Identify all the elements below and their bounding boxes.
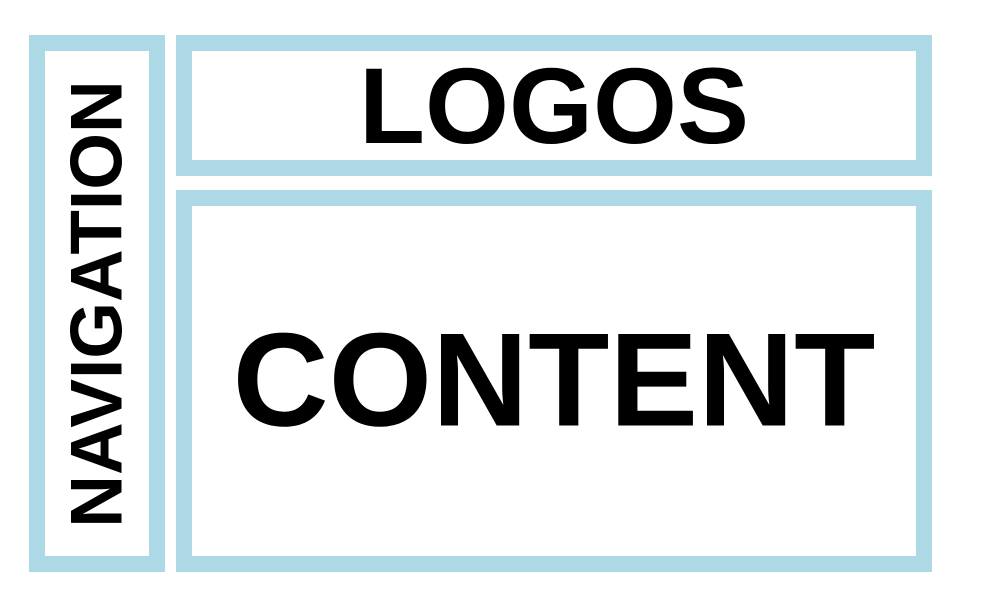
- logos-label: LOGOS: [358, 44, 750, 166]
- navigation-label: NAVIGATION: [56, 79, 138, 528]
- logos-region: LOGOS: [176, 35, 932, 176]
- content-region: CONTENT: [176, 190, 932, 572]
- navigation-region: NAVIGATION: [29, 35, 165, 572]
- content-label: CONTENT: [232, 306, 876, 455]
